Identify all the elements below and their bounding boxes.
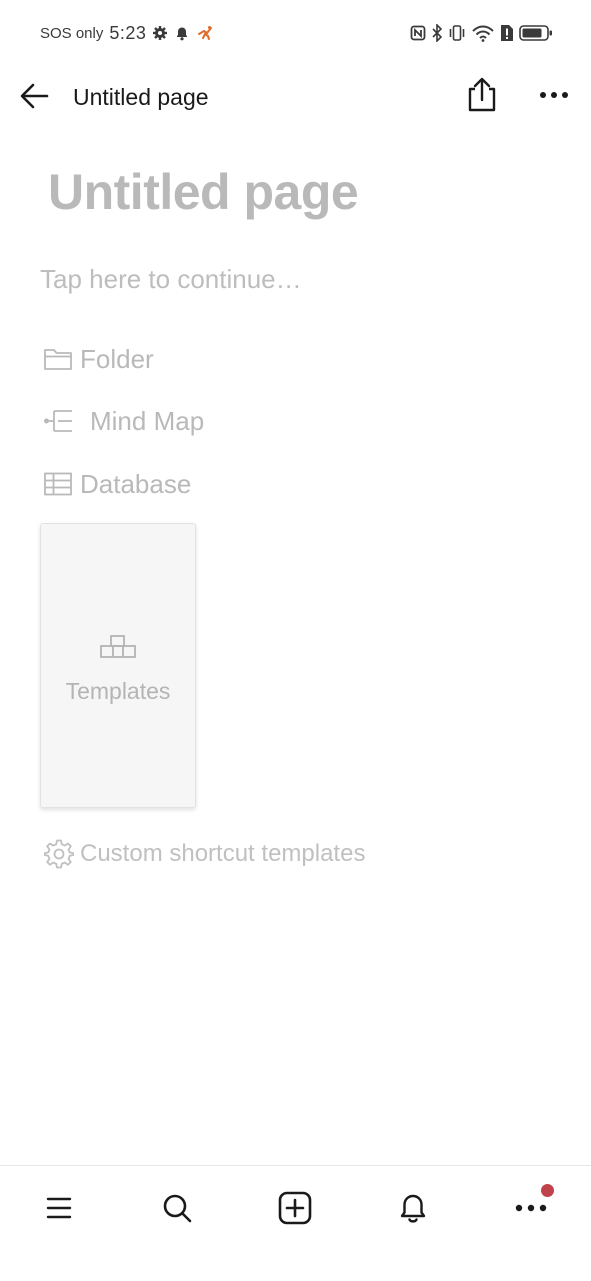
database-option-label: Database	[80, 468, 192, 499]
mind-map-option-label: Mind Map	[90, 405, 205, 436]
carrier-text: SOS only	[40, 24, 104, 42]
arrow-left-icon	[20, 83, 49, 109]
more-options-button[interactable]	[537, 82, 571, 113]
blocks-icon	[100, 635, 136, 658]
custom-shortcut-templates-label: Custom shortcut templates	[80, 840, 366, 867]
menu-icon	[46, 1197, 72, 1219]
database-option[interactable]: Database	[40, 464, 191, 504]
folder-option[interactable]: Folder	[40, 339, 154, 379]
gear-icon	[44, 839, 74, 869]
templates-card[interactable]: Templates	[40, 523, 196, 808]
page-title-input[interactable]: Untitled page	[48, 160, 359, 224]
bottom-navigation	[0, 1165, 591, 1281]
more-horizontal-icon	[515, 1204, 547, 1212]
bell-icon	[400, 1194, 426, 1223]
new-page-button[interactable]	[275, 1188, 315, 1228]
share-button[interactable]	[464, 76, 500, 114]
status-bar: SOS only 5:23	[0, 0, 591, 66]
folder-icon	[40, 344, 76, 374]
mind-map-icon	[40, 406, 76, 436]
back-button[interactable]	[18, 80, 52, 112]
folder-option-label: Folder	[80, 343, 154, 374]
sim-alert-icon	[501, 25, 513, 41]
activity-icon	[198, 26, 213, 40]
more-horizontal-icon	[540, 92, 568, 98]
notification-badge	[541, 1184, 554, 1197]
top-app-bar: Untitled page	[0, 66, 591, 126]
page-title-header[interactable]: Untitled page	[73, 80, 209, 114]
clock-time: 5:23	[109, 22, 147, 43]
templates-card-label: Templates	[65, 678, 171, 704]
bell-icon	[177, 27, 188, 41]
battery-icon	[519, 25, 552, 41]
mind-map-option[interactable]: Mind Map	[40, 401, 204, 441]
notifications-button[interactable]	[393, 1188, 433, 1228]
share-icon	[468, 77, 496, 112]
status-right	[410, 20, 553, 46]
nfc-icon	[410, 25, 426, 41]
table-icon	[40, 469, 76, 499]
sidebar-menu-button[interactable]	[39, 1188, 79, 1228]
gear-icon	[153, 26, 168, 40]
status-left: SOS only 5:23	[40, 20, 214, 46]
search-icon	[163, 1194, 192, 1223]
search-button[interactable]	[157, 1188, 197, 1228]
custom-shortcut-templates-link[interactable]: Custom shortcut templates	[44, 836, 365, 872]
vibrate-icon	[449, 25, 465, 41]
plus-square-icon	[278, 1191, 312, 1225]
body-placeholder[interactable]: Tap here to continue…	[40, 262, 302, 296]
wifi-icon	[472, 25, 494, 42]
bluetooth-icon	[432, 24, 443, 42]
